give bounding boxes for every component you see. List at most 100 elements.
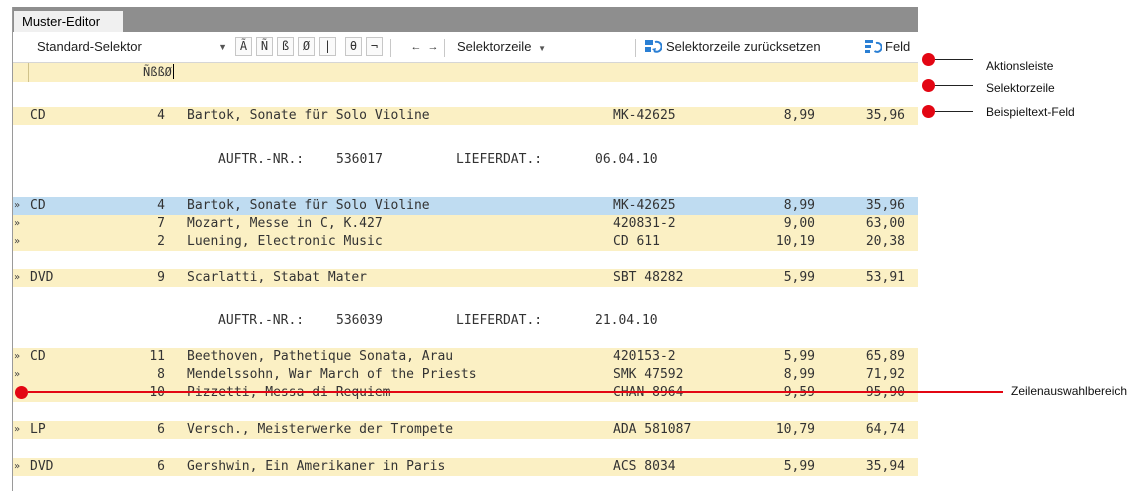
cell-type: DVD: [30, 270, 54, 285]
cell-number: CHAN 8964: [613, 384, 683, 402]
table-row[interactable]: 10 Pizzetti, Messa di Requiem CHAN 8964 …: [13, 384, 918, 402]
delivery-date-label: LIEFERDAT.:: [456, 152, 543, 167]
selector-dropdown-value: Standard-Selektor: [37, 39, 142, 54]
cell-sum: 63,00: [865, 216, 905, 231]
cell-description: Bartok, Sonate für Solo Violine: [187, 108, 430, 123]
char-button-a-tilde[interactable]: Ã: [235, 37, 252, 56]
cell-description: Gershwin, Ein Amerikaner in Paris: [187, 459, 446, 474]
callout-label-row-selection: Zeilenauswahlbereich: [1011, 384, 1128, 398]
selector-dropdown[interactable]: Standard-Selektor ▼: [33, 37, 229, 57]
sample-text-row[interactable]: CD 4 Bartok, Sonate für Solo Violine MK-…: [13, 107, 918, 125]
row-select-marker[interactable]: »: [14, 215, 20, 233]
chevron-down-icon: ▼: [538, 44, 546, 53]
reset-selector-row-button[interactable]: Selektorzeile zurücksetzen: [666, 38, 821, 56]
cell-qty: 2: [157, 234, 165, 249]
cell-sum: 64,74: [865, 422, 905, 437]
table-row[interactable]: » 2 Luening, Electronic Music CD 611 10,…: [13, 233, 918, 251]
table-row[interactable]: » CD 11 Beethoven, Pathetique Sonata, Ar…: [13, 348, 918, 366]
char-button-theta[interactable]: θ: [345, 37, 362, 56]
cell-price: 5,99: [783, 349, 815, 364]
table-row[interactable]: » CD 4 Bartok, Sonate für Solo Violine M…: [13, 197, 918, 215]
cell-number: ACS 8034: [613, 459, 676, 474]
cell-sum: 95,90: [845, 384, 905, 402]
callout-dot-selector-row: [922, 79, 935, 92]
delivery-date: 21.04.10: [595, 313, 658, 328]
cell-price: 8,99: [783, 198, 815, 213]
cell-qty: 6: [157, 459, 165, 474]
char-button-eszett[interactable]: ß: [277, 37, 294, 56]
char-button-not[interactable]: ¬: [366, 37, 383, 56]
callout-line-sample-text: [935, 111, 973, 112]
callout-label-action-bar: Aktionsleiste: [986, 59, 1054, 73]
callout-line-action-bar: [935, 59, 973, 60]
cell-number: MK-42625: [613, 108, 676, 123]
row-select-marker[interactable]: »: [14, 458, 20, 476]
callout-label-sample-text: Beispieltext-Feld: [986, 105, 1075, 119]
table-row[interactable]: » DVD 9 Scarlatti, Stabat Mater SBT 4828…: [13, 269, 918, 287]
cell-qty: 6: [157, 422, 165, 437]
order-header: AUFTR.-NR.: 536039 LIEFERDAT.: 21.04.10: [13, 312, 918, 330]
cell-price: 5,99: [783, 459, 815, 474]
cell-type: DVD: [30, 459, 54, 474]
cell-qty: 10: [125, 384, 165, 402]
tab-bar: Muster-Editor: [13, 7, 918, 32]
cell-type: CD: [30, 108, 46, 123]
selector-row-value[interactable]: ÑßßØ: [143, 64, 174, 81]
row-select-marker[interactable]: »: [14, 366, 20, 384]
nav-left-button[interactable]: ←: [409, 39, 423, 55]
text-cursor: [172, 64, 174, 79]
cell-price: 9,59: [757, 384, 815, 402]
callout-dot-action-bar: [922, 53, 935, 66]
row-select-marker[interactable]: »: [14, 269, 20, 287]
cell-qty: 4: [157, 108, 165, 123]
cell-price: 10,79: [775, 422, 815, 437]
cell-description: Bartok, Sonate für Solo Violine: [187, 198, 430, 213]
cell-qty: 4: [157, 198, 165, 213]
reset-selector-row-icon[interactable]: [645, 39, 662, 54]
row-select-marker[interactable]: »: [14, 421, 20, 439]
table-row[interactable]: » 8 Mendelssohn, War March of the Priest…: [13, 366, 918, 384]
cell-sum: 65,89: [865, 349, 905, 364]
table-row[interactable]: » DVD 6 Gershwin, Ein Amerikaner in Pari…: [13, 458, 918, 476]
cell-description: Mozart, Messe in C, K.427: [187, 216, 383, 231]
row-select-marker[interactable]: »: [14, 348, 20, 366]
table-row[interactable]: » 7 Mozart, Messe in C, K.427 420831-2 9…: [13, 215, 918, 233]
callout-line-selector-row: [935, 85, 973, 86]
cell-type: LP: [30, 422, 46, 437]
cell-number: MK-42625: [613, 198, 676, 213]
cell-description: Beethoven, Pathetique Sonata, Arau: [187, 349, 454, 364]
order-number-label: AUFTR.-NR.:: [218, 313, 305, 328]
row-select-marker[interactable]: »: [14, 233, 20, 251]
cell-sum: 35,96: [865, 108, 905, 123]
cell-qty: 8: [157, 367, 165, 382]
cell-price: 9,00: [783, 216, 815, 231]
cell-price: 8,99: [783, 367, 815, 382]
muster-editor-window: Muster-Editor Standard-Selektor ▼ Ã Ñ ß …: [12, 7, 918, 491]
cell-qty: 11: [149, 349, 165, 364]
cell-number: SBT 48282: [613, 270, 684, 285]
cell-number: 420153-2: [613, 349, 676, 364]
cell-number: CD 611: [613, 234, 660, 249]
reset-field-icon[interactable]: [865, 39, 882, 54]
cell-type: CD: [30, 349, 46, 364]
cell-number: ADA 581087: [613, 422, 692, 437]
table-row[interactable]: » LP 6 Versch., Meisterwerke der Trompet…: [13, 421, 918, 439]
reset-field-button[interactable]: Feld: [885, 38, 910, 56]
selector-row-menu[interactable]: Selektorzeile ▼: [457, 38, 546, 58]
cell-sum: 35,94: [865, 459, 905, 474]
nav-right-button[interactable]: →: [426, 39, 440, 55]
char-button-pipe[interactable]: |: [319, 37, 336, 56]
cell-description: Versch., Meisterwerke der Trompete: [187, 422, 454, 437]
row-select-marker[interactable]: »: [14, 197, 20, 215]
selector-row-text: ÑßßØ: [143, 65, 172, 79]
tab-muster-editor[interactable]: Muster-Editor: [13, 10, 124, 32]
char-button-n-tilde[interactable]: Ñ: [256, 37, 273, 56]
callout-dot-sample-text: [922, 105, 935, 118]
callout-label-selector-row: Selektorzeile: [986, 81, 1055, 95]
cell-sum: 71,92: [865, 367, 905, 382]
char-button-o-slash[interactable]: Ø: [298, 37, 315, 56]
cell-description: Scarlatti, Stabat Mater: [187, 270, 368, 285]
cell-price: 10,19: [775, 234, 815, 249]
selector-row[interactable]: ÑßßØ: [13, 63, 918, 82]
callout-line-row-selection: [28, 391, 1003, 393]
